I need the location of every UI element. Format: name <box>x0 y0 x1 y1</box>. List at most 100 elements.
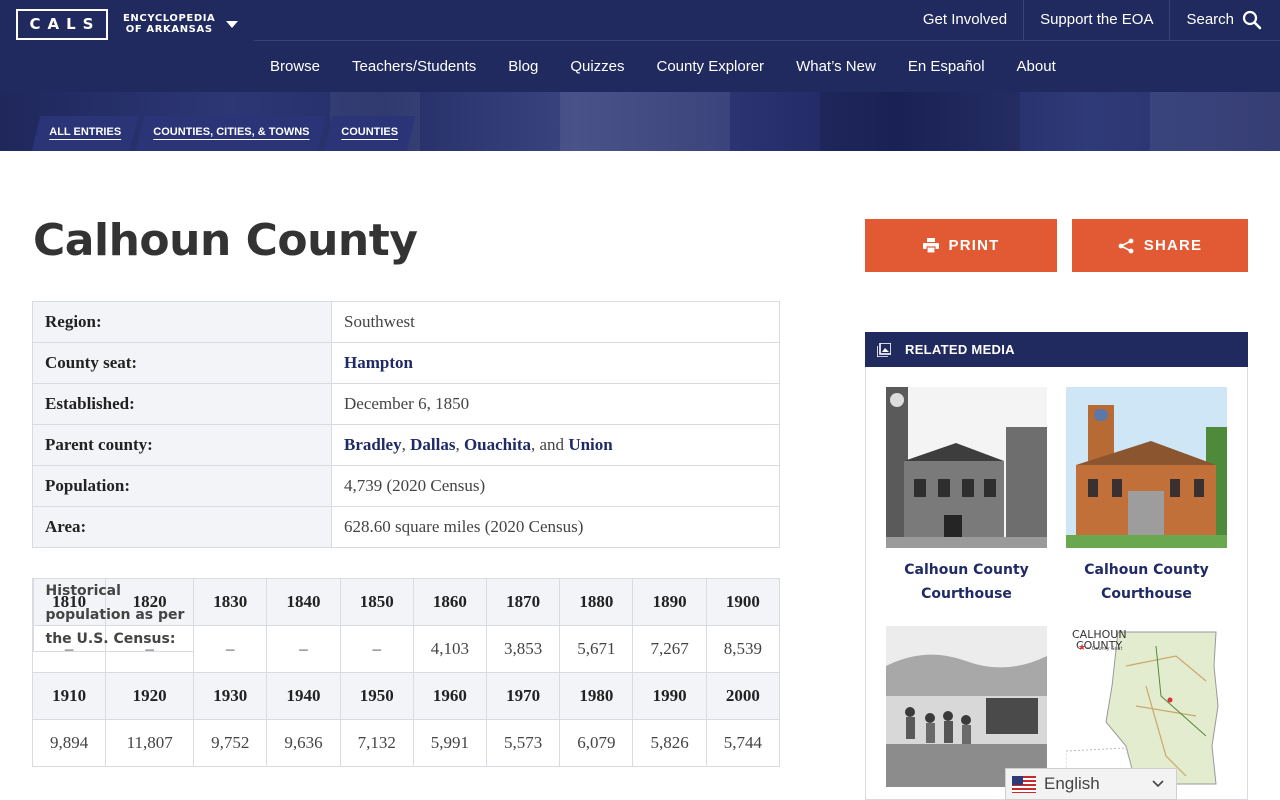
census-value: 5,671 <box>559 625 634 673</box>
seat-link[interactable]: Hampton <box>344 353 413 372</box>
nav-teachers-students[interactable]: Teachers/Students <box>336 58 492 75</box>
us-flag-icon <box>1012 775 1036 793</box>
nav-browse[interactable]: Browse <box>254 58 336 75</box>
census-year: 1910 <box>31 672 107 720</box>
separator: , and <box>531 435 569 454</box>
census-year: 1880 <box>559 578 634 626</box>
census-year: 1850 <box>339 578 414 626</box>
share-button[interactable]: SHARE <box>1072 219 1248 272</box>
table-row: Area: 628.60 square miles (2020 Census) <box>32 506 780 548</box>
county-info-table: Region: Southwest County seat: Hampton E… <box>32 301 780 548</box>
historic-photo-image <box>886 626 1047 787</box>
cals-logo[interactable]: CALS <box>16 9 108 40</box>
table-row: Parent county: Bradley, Dallas, Ouachita… <box>32 424 780 466</box>
parent-label: Parent county: <box>32 424 332 466</box>
courthouse-bw-image <box>886 387 1047 548</box>
parent-link-dallas[interactable]: Dallas <box>410 435 455 454</box>
chevron-down-icon <box>1152 780 1164 788</box>
census-value: – <box>339 625 414 673</box>
breadcrumb-item: ALL ENTRIES <box>31 116 139 151</box>
media-caption-1[interactable]: Calhoun County Courthouse <box>886 558 1047 606</box>
banner-building <box>820 92 1020 151</box>
language-label: English <box>1044 774 1100 793</box>
county-map-image: CALHOUN COUNTY ★ = County Seat <box>1066 626 1227 787</box>
region-value: Southwest <box>331 301 780 343</box>
nav-whats-new[interactable]: What’s New <box>780 58 892 75</box>
parent-link-ouachita[interactable]: Ouachita <box>464 435 531 454</box>
census-year: 1920 <box>105 672 195 720</box>
share-label: SHARE <box>1143 237 1203 254</box>
breadcrumb-counties-cities-towns[interactable]: COUNTIES, CITIES, & TOWNS <box>140 116 322 149</box>
util-support[interactable]: Support the EOA <box>1023 0 1169 40</box>
established-value: December 6, 1850 <box>331 383 780 425</box>
courthouse-photo-bw[interactable] <box>886 387 1047 548</box>
media-caption-2[interactable]: Calhoun County Courthouse <box>1066 558 1227 606</box>
table-row: Established: December 6, 1850 <box>32 383 780 425</box>
main-nav: Browse Teachers/Students Blog Quizzes Co… <box>254 41 1072 91</box>
region-label: Region: <box>32 301 332 343</box>
table-row: 9,894 11,807 9,752 9,636 7,132 5,991 5,5… <box>31 719 781 767</box>
breadcrumb-item: COUNTIES <box>323 116 416 151</box>
share-icon <box>1118 238 1134 253</box>
utility-nav: Get Involved Support the EOA Search <box>907 0 1280 40</box>
courthouse-photo-color[interactable] <box>1066 387 1227 548</box>
nav-county-explorer[interactable]: County Explorer <box>641 58 781 75</box>
census-value: 9,636 <box>266 719 341 767</box>
search-button[interactable]: Search <box>1169 0 1280 40</box>
table-row: County seat: Hampton <box>32 342 780 384</box>
nav-about[interactable]: About <box>1001 58 1072 75</box>
county-map[interactable]: CALHOUN COUNTY ★ = County Seat <box>1066 626 1227 787</box>
table-row: Region: Southwest <box>32 301 780 343</box>
breadcrumb: ALL ENTRIES COUNTIES, CITIES, & TOWNS CO… <box>31 116 417 151</box>
census-value: 5,573 <box>486 719 561 767</box>
search-icon <box>1242 10 1262 30</box>
nav-blog[interactable]: Blog <box>492 58 554 75</box>
census-value: 9,752 <box>193 719 268 767</box>
parent-link-union[interactable]: Union <box>568 435 612 454</box>
courthouse-color-image <box>1066 387 1227 548</box>
census-value: 8,539 <box>705 625 781 673</box>
nav-en-espanol[interactable]: En Español <box>892 58 1001 75</box>
seat-label: County seat: <box>32 342 332 384</box>
table-row: Historical population as per the U.S. Ce… <box>32 578 194 652</box>
separator: , <box>401 435 411 454</box>
site-name-line1: ENCYCLOPEDIA <box>123 13 216 24</box>
site-header: CALS ENCYCLOPEDIA OF ARKANSAS Get Involv… <box>0 0 1280 92</box>
census-table: Historical population as per the U.S. Ce… <box>31 578 781 767</box>
census-year: 1950 <box>339 672 414 720</box>
nav-quizzes[interactable]: Quizzes <box>554 58 640 75</box>
census-year: 1860 <box>412 578 488 626</box>
census-value: – <box>266 625 341 673</box>
census-year: 1930 <box>193 672 268 720</box>
breadcrumb-all-entries[interactable]: ALL ENTRIES <box>36 116 134 149</box>
population-label: Population: <box>32 465 332 507</box>
map-legend: = County Seat <box>1086 646 1122 652</box>
util-get-involved[interactable]: Get Involved <box>907 0 1023 40</box>
printer-icon <box>922 238 939 253</box>
historic-photo[interactable] <box>886 626 1047 787</box>
parent-link-bradley[interactable]: Bradley <box>344 435 402 454</box>
breadcrumb-counties[interactable]: COUNTIES <box>328 116 411 149</box>
site-name-line2: OF ARKANSAS <box>125 24 213 35</box>
site-name[interactable]: ENCYCLOPEDIA OF ARKANSAS <box>123 13 215 35</box>
banner-building <box>560 92 730 151</box>
parent-cell: Bradley, Dallas, Ouachita, and Union <box>331 424 780 466</box>
census-year: 1870 <box>486 578 561 626</box>
banner-building <box>1150 92 1280 151</box>
census-value: 3,853 <box>486 625 561 673</box>
census-year: 1970 <box>486 672 561 720</box>
census-value: 7,267 <box>632 625 707 673</box>
print-button[interactable]: PRINT <box>865 219 1057 272</box>
census-year: 1990 <box>632 672 707 720</box>
census-value: 11,807 <box>105 719 195 767</box>
language-select[interactable]: English <box>1005 768 1177 800</box>
census-year: 1960 <box>412 672 488 720</box>
area-label: Area: <box>32 506 332 548</box>
census-year: 1940 <box>266 672 341 720</box>
census-year: 2000 <box>705 672 781 720</box>
chevron-down-icon[interactable] <box>226 21 238 28</box>
breadcrumb-item: COUNTIES, CITIES, & TOWNS <box>135 116 327 151</box>
search-label: Search <box>1186 11 1234 28</box>
census-value: – <box>193 625 268 673</box>
related-media-header: RELATED MEDIA <box>865 332 1248 367</box>
